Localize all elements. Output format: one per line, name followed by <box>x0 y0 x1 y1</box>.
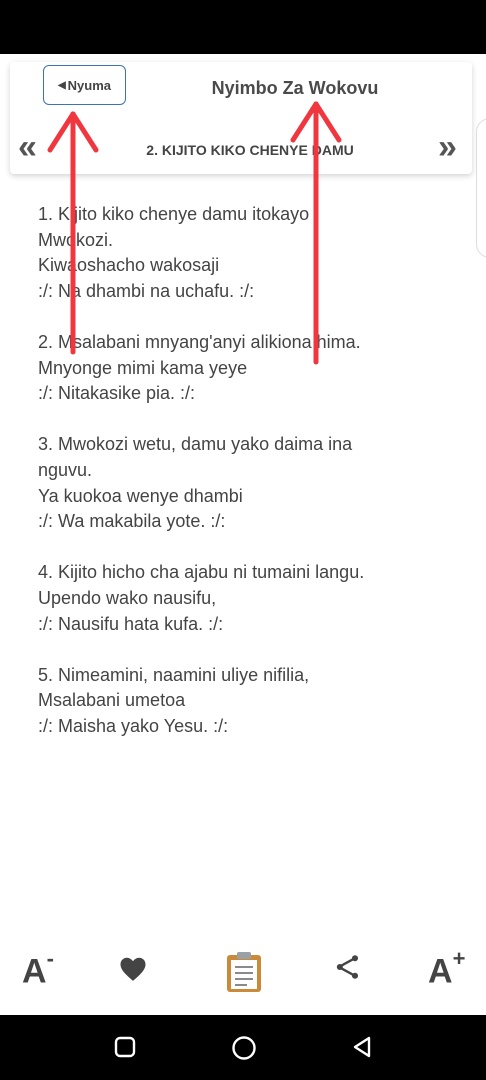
status-bar <box>0 0 486 54</box>
share-button[interactable] <box>334 952 362 987</box>
bottom-toolbar: A- A+ <box>0 940 486 1010</box>
circle-icon <box>232 1036 256 1060</box>
back-button[interactable]: ◀ Nyuma <box>43 65 126 105</box>
clipboard-icon <box>227 952 261 992</box>
verse: 5. Nimeamini, naamini uliye nifilia, Msa… <box>38 663 458 740</box>
previous-song-button[interactable]: « <box>18 130 37 164</box>
back-triangle-nav-icon <box>353 1036 371 1058</box>
lyric-line: Mnyonge mimi kama yeye <box>38 357 248 378</box>
lyric-line: Msalabani umetoa <box>38 690 186 711</box>
side-drawer-handle[interactable] <box>476 118 486 258</box>
back-triangle-icon: ◀ <box>57 79 66 91</box>
font-increase-letter: A <box>428 952 453 991</box>
font-decrease-letter: A <box>22 952 47 991</box>
lyric-line: Kiwaoshacho wakosaji <box>38 255 220 276</box>
plus-mark: + <box>452 946 466 971</box>
system-back-button[interactable] <box>350 1035 374 1064</box>
font-decrease-button[interactable]: A- <box>22 946 54 991</box>
lyric-line: 1. Kijito kiko chenye damu itokayo <box>38 204 310 224</box>
lyric-line: 4. Kijito hicho cha ajabu ni tumaini lan… <box>38 562 365 583</box>
lyric-line: :/: Nausifu hata kufa. :/: <box>38 613 224 634</box>
copy-button[interactable] <box>224 950 264 999</box>
header-card: ◀ Nyuma Nyimbo Za Wokovu « 2. KIJITO KIK… <box>10 62 472 174</box>
font-increase-button[interactable]: A+ <box>428 946 465 991</box>
minus-mark: - <box>46 946 54 971</box>
next-song-button[interactable]: » <box>438 130 457 164</box>
lyric-line: :/: Wa makabila yote. :/: <box>38 511 226 532</box>
verse: 2. Msalabani mnyang'anyi alikiona hima. … <box>38 330 458 407</box>
lyric-line: Mwokozi. <box>38 229 114 250</box>
square-icon <box>114 1036 136 1058</box>
lyric-line: 5. Nimeamini, naamini uliye nifilia, <box>38 664 310 685</box>
verse: 4. Kijito hicho cha ajabu ni tumaini lan… <box>38 560 458 637</box>
lyric-line: :/: Na dhambi na uchafu. :/: <box>38 280 255 301</box>
home-button[interactable] <box>231 1035 257 1066</box>
app-title: Nyimbo Za Wokovu <box>211 78 379 98</box>
share-icon <box>336 955 359 979</box>
back-button-label: Nyuma <box>67 77 112 93</box>
lyric-line: :/: Maisha yako Yesu. :/: <box>38 715 229 736</box>
favorite-button[interactable] <box>118 954 148 989</box>
verse: 1. Kijito kiko chenye damu itokayo Mwoko… <box>38 202 458 304</box>
heart-icon <box>120 957 146 981</box>
lyrics: 1. Kijito kiko chenye damu itokayo Mwoko… <box>38 202 458 765</box>
lyric-line: 2. Msalabani mnyang'anyi alikiona hima. <box>38 331 361 352</box>
system-navigation-bar <box>0 1015 486 1080</box>
song-title: 2. KIJITO KIKO CHENYE DAMU <box>146 142 354 158</box>
lyric-line: Ya kuokoa wenye dhambi <box>38 485 243 506</box>
lyric-line: Upendo wako nausifu, <box>38 587 217 608</box>
lyric-line: 3. Mwokozi wetu, damu yako daima ina <box>38 434 353 455</box>
lyric-line: nguvu. <box>38 459 93 480</box>
lyric-line: :/: Nitakasike pia. :/: <box>38 383 196 404</box>
verse: 3. Mwokozi wetu, damu yako daima ina ngu… <box>38 432 458 534</box>
recents-button[interactable] <box>113 1035 137 1064</box>
